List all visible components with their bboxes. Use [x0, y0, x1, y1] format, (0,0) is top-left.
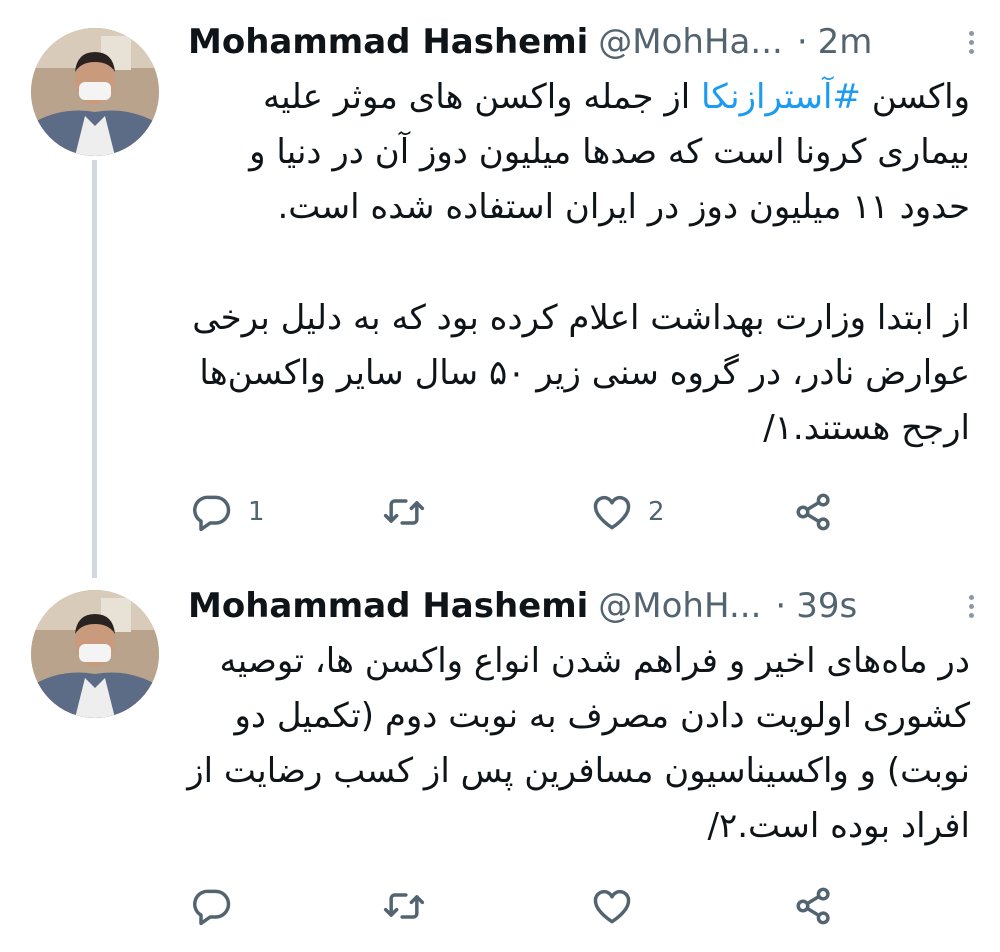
hashtag-link[interactable]: #آسترازنکا [701, 77, 861, 117]
like-button[interactable] [590, 878, 648, 934]
separator-dot: · [796, 22, 808, 62]
author-handle[interactable]: @MohHa... [598, 22, 783, 62]
tweet-paragraph: از ابتدا وزارت بهداشت اعلام کرده بود که … [192, 298, 970, 448]
thread-connector-line [92, 160, 97, 578]
tweet-timestamp[interactable]: 2m [818, 22, 873, 62]
reply-button[interactable]: 1 [190, 484, 265, 540]
avatar[interactable] [31, 28, 159, 156]
tweet-text: واکسن #آسترازنکا از جمله واکسن های موثر … [180, 70, 970, 456]
avatar[interactable] [31, 590, 159, 718]
tweet-text: در ماه‌های اخیر و فراهم شدن انواع واکسن … [180, 634, 970, 854]
like-icon [593, 889, 631, 924]
retweet-icon [383, 893, 425, 919]
retweet-button[interactable] [382, 484, 440, 540]
reply-count: 1 [248, 497, 265, 527]
tweet-paragraph: در ماه‌های اخیر و فراهم شدن انواع واکسن … [187, 641, 970, 846]
retweet-button[interactable] [382, 878, 440, 934]
tweet-paragraph: واکسن #آسترازنکا از جمله واکسن های موثر … [180, 70, 970, 235]
tweet-timestamp[interactable]: 39s [796, 586, 857, 626]
separator-dot: · [775, 586, 787, 626]
reply-icon [193, 495, 231, 532]
more-options-icon[interactable] [962, 29, 980, 56]
more-options-icon[interactable] [962, 593, 980, 620]
avatar-photo [31, 28, 159, 156]
reply-icon [193, 889, 231, 926]
share-button[interactable] [792, 878, 836, 934]
share-icon [796, 887, 830, 925]
author-name[interactable]: Mohammad Hashemi [188, 586, 588, 626]
tweet-header: Mohammad Hashemi @MohHa... · 2m [188, 16, 980, 68]
like-count: 2 [648, 497, 665, 527]
tweet-header: Mohammad Hashemi @MohH... · 39s [188, 580, 980, 632]
author-name[interactable]: Mohammad Hashemi [188, 22, 588, 62]
avatar-photo [31, 590, 159, 718]
tweet-1[interactable]: Mohammad Hashemi @MohHa... · 2m واکسن #آ… [0, 0, 1000, 578]
tweet-2[interactable]: Mohammad Hashemi @MohH... · 39s در ماه‌ه… [0, 560, 1000, 952]
share-icon [796, 493, 830, 531]
action-bar: 1 2 [180, 484, 880, 540]
action-bar [180, 878, 880, 934]
author-handle[interactable]: @MohH... [598, 586, 761, 626]
share-button[interactable] [792, 484, 836, 540]
like-button[interactable]: 2 [590, 484, 665, 540]
like-icon [593, 495, 631, 530]
text-segment: واکسن [860, 77, 970, 117]
reply-button[interactable] [190, 878, 248, 934]
retweet-icon [383, 499, 425, 525]
